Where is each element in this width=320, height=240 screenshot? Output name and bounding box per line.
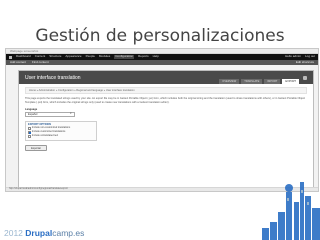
admin-menu-logout[interactable]: Log out — [305, 55, 315, 59]
overlay-header: User interface translation OVERVIEW TRAN… — [19, 71, 313, 84]
admin-menu-structure[interactable]: Structure — [49, 55, 61, 59]
shortcuts-bar: Add content Find content Edit shortcuts — [6, 60, 318, 65]
admin-menu-modules[interactable]: Modules — [99, 55, 110, 59]
logo-year: 2012 — [4, 228, 23, 238]
admin-menu-reports[interactable]: Reports — [138, 55, 149, 59]
tab-overview[interactable]: OVERVIEW — [219, 78, 240, 84]
admin-menu-appearance[interactable]: Appearance — [65, 55, 81, 59]
page-description: This page exports the translated strings… — [25, 97, 305, 104]
skyline-decoration — [262, 182, 320, 240]
shortcut-add-content[interactable]: Add content — [10, 60, 26, 65]
admin-menu-dashboard[interactable]: Dashboard — [16, 55, 31, 59]
overlay-tabs: OVERVIEW TRANSLATE IMPORT EXPORT — [219, 78, 299, 84]
drupalcamp-logo: 2012 Drupalcamp.es — [4, 228, 84, 238]
tab-import[interactable]: IMPORT — [264, 78, 281, 84]
language-select[interactable]: Español ▼ — [25, 112, 75, 118]
tab-translate[interactable]: TRANSLATE — [241, 78, 263, 84]
admin-menu-configuration[interactable]: Configuration — [114, 55, 135, 59]
home-icon[interactable] — [9, 55, 12, 59]
option-row[interactable]: Include untranslated text — [28, 134, 94, 139]
edit-shortcuts-link[interactable]: Edit shortcuts — [296, 60, 314, 65]
tab-export[interactable]: EXPORT — [282, 78, 299, 84]
logo-tld: .es — [73, 228, 85, 238]
export-options-fieldset: EXPORT OPTIONS Include non-customized tr… — [25, 121, 97, 142]
drupal-screenshot: Webpage screenshot Dashboard Content Str… — [5, 48, 319, 192]
logo-drupal: Drupal — [25, 228, 53, 238]
overlay-title: User interface translation — [25, 74, 81, 81]
checkbox-non-customized[interactable] — [28, 127, 31, 131]
chevron-down-icon: ▼ — [69, 112, 72, 116]
checkbox-customized[interactable] — [28, 131, 31, 135]
checkbox-untranslated[interactable] — [28, 135, 31, 139]
admin-menu-help[interactable]: Help — [153, 55, 159, 59]
admin-menu-hello[interactable]: Hello admin — [285, 55, 301, 59]
close-icon[interactable] — [303, 75, 307, 80]
logo-camp: camp — [52, 228, 74, 238]
breadcrumb: Home » Administration » Configuration » … — [25, 87, 307, 95]
admin-menu-content[interactable]: Content — [35, 55, 46, 59]
admin-menu-people[interactable]: People — [86, 55, 95, 59]
slide-title: Gestión de personalizaciones — [35, 26, 285, 46]
language-select-value: Español — [28, 113, 38, 117]
language-label: Language — [25, 108, 38, 112]
shortcut-find-content[interactable]: Find content — [32, 60, 49, 65]
option-label: Include untranslated text — [32, 134, 59, 138]
export-button[interactable]: Exportar — [25, 145, 47, 152]
